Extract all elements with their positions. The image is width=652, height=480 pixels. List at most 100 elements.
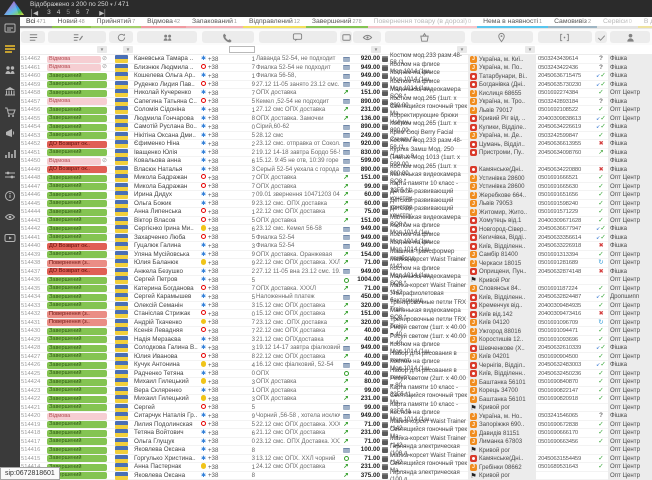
tracking-number[interactable]: 20450633226918 <box>536 242 594 251</box>
status-badge[interactable]: Завершений <box>47 455 107 462</box>
client-phone[interactable]: ✱+386 <box>200 157 256 165</box>
list-icon[interactable] <box>21 31 45 43</box>
video-icon[interactable] <box>0 227 20 248</box>
status-badge[interactable]: Завершений <box>47 370 107 377</box>
status-badge[interactable]: Завершений <box>47 226 107 233</box>
client-name[interactable]: Анжела Безушко <box>134 268 200 277</box>
order-row[interactable]: 514426 Завершений Кучук Антонина +384 16… <box>20 361 652 370</box>
tab-Прийнятий[interactable]: Прийнятий7 <box>91 17 141 28</box>
client-name[interactable]: Іващенко Юлія <box>134 149 200 158</box>
client-phone[interactable]: ✱+383 <box>200 166 256 174</box>
client-phone[interactable]: ✱+382 <box>200 268 256 276</box>
client-name[interactable]: Ситарчук Наталія Гр.. <box>134 412 200 421</box>
orders-icon[interactable] <box>0 38 20 59</box>
order-row[interactable]: 514458 Завершений Николай Кучеренко ✱+38… <box>20 89 652 98</box>
order-row[interactable]: 514444 Завершений Анна Липенська +381 22… <box>20 208 652 217</box>
client-name[interactable]: Гуцалюк Галина <box>134 242 200 251</box>
tracking-number[interactable]: 20400309484935 <box>536 302 594 311</box>
client-phone[interactable]: ✱+388 <box>200 115 256 123</box>
status-badge[interactable]: Завершений <box>47 217 107 224</box>
status-badge[interactable]: Завершений <box>47 81 107 88</box>
page-button[interactable]: 6 <box>76 9 80 16</box>
client-name[interactable]: Кучук Антонина <box>134 361 200 370</box>
client-name[interactable]: Юлия Иванова <box>134 353 200 362</box>
client-name[interactable]: Микола Бадражан <box>134 174 200 183</box>
client-phone[interactable]: ✱+389 <box>200 412 256 420</box>
client-phone[interactable]: ✱+385 <box>200 276 256 284</box>
tracking-number[interactable]: 20450636677947 <box>536 225 594 234</box>
client-name[interactable]: Вера Скляренко <box>134 387 200 396</box>
client-phone[interactable]: ✱+387 <box>200 191 256 199</box>
client-phone[interactable]: ✱+383 <box>200 455 256 463</box>
order-row[interactable]: 514448 Завершений Микола Бадражан +387 О… <box>20 174 652 183</box>
comment-icon[interactable] <box>259 31 336 43</box>
status-badge[interactable]: Завершений <box>47 200 107 207</box>
client-name[interactable]: Радченко Тетяна <box>134 370 200 379</box>
order-row[interactable]: 514414 Завершений Анна Пастернак +381 24… <box>20 463 652 472</box>
tracking-number[interactable]: 0501690822147 <box>536 387 594 396</box>
order-row[interactable]: 514428 Завершений Солодкова Галина В.. ✱… <box>20 344 652 353</box>
order-row[interactable]: 514418 Завершений Тетяна Войтович ✱+386 … <box>20 429 652 438</box>
client-name[interactable]: Сергей <box>134 404 200 413</box>
delivery-location[interactable]: Кривий Ріг від. .. <box>468 115 536 124</box>
tracking-number[interactable]: 0503241546065 <box>536 412 594 421</box>
client-phone[interactable]: +381 <box>200 208 256 216</box>
page-button[interactable]: 4 <box>57 9 61 16</box>
page-button[interactable]: 3 <box>47 9 51 16</box>
status-filter-dropdown[interactable]: ▼ <box>97 46 107 53</box>
tracking-number[interactable]: 0503243439614 <box>536 55 594 64</box>
basket-icon[interactable] <box>385 31 464 43</box>
delivery-location[interactable]: Хомутець від.1 <box>468 217 536 226</box>
order-row[interactable]: 514455 Завершений Людмила Гончарова ✱+38… <box>20 115 652 124</box>
client-name[interactable]: Сергей Петров <box>134 276 200 285</box>
delivery-location[interactable]: Кулики, Відділе.. <box>468 123 536 132</box>
delivery-location[interactable]: Татарбунари, Ві.. <box>468 72 536 81</box>
status-badge[interactable]: Повернення (з.. <box>47 311 107 318</box>
client-phone[interactable]: +387 <box>200 327 256 335</box>
status-badge[interactable]: Завершений <box>47 396 107 403</box>
tracking-number[interactable]: 0503242599847 <box>536 132 594 141</box>
delivery-location[interactable]: JЖитомир, Жито.. <box>468 208 536 217</box>
client-phone[interactable]: ✱+385 <box>200 293 256 301</box>
delivery-location[interactable]: JКислиця 68655 <box>468 89 536 98</box>
status-badge[interactable]: Завершений <box>47 277 107 284</box>
tracking-number[interactable]: 20450636715475 <box>536 72 594 81</box>
delivery-location[interactable]: JЛьвів 79017 <box>468 106 536 115</box>
delivery-location[interactable]: JУкраїна, м. Киї.. <box>468 55 536 64</box>
order-row[interactable]: 514440 ДО Возврат ок.. Гуцалюк Галина ✱+… <box>20 242 652 251</box>
delivery-location[interactable]: Київ, Відділенн.. <box>468 242 536 251</box>
client-name[interactable]: Микола Бадражан <box>134 183 200 192</box>
delivery-location[interactable]: JЖеребкове 664.. <box>468 191 536 200</box>
client-name[interactable]: Ирина Дидух <box>134 191 200 200</box>
tune-icon[interactable] <box>0 164 20 185</box>
order-row[interactable]: 514413 Завершений Яковлева Оксана ✱+388 … <box>20 472 652 480</box>
delivery-location[interactable]: JЧеркаси 18015 <box>468 259 536 268</box>
order-row[interactable]: 514450 Відмова ⊘ Ковальова анна ✱+386 15… <box>20 157 652 166</box>
order-row[interactable]: 514441 Завершений Захарченко Люба +385 Ф… <box>20 234 652 243</box>
client-name[interactable]: Тетяна Войтович <box>134 429 200 438</box>
stats-icon[interactable] <box>0 143 20 164</box>
price-eye-icon[interactable] <box>353 31 381 43</box>
client-phone[interactable]: ✱+388 <box>200 472 256 480</box>
status-badge[interactable]: Завершений <box>47 90 107 97</box>
payment-icon[interactable] <box>340 31 351 43</box>
tab-Новий[interactable]: Новий48 <box>52 17 91 28</box>
order-row[interactable]: 514447 Завершений Микола Бадражан +387 О… <box>20 183 652 192</box>
delivery-location[interactable]: JКиїв 04120 <box>468 319 536 328</box>
client-phone[interactable]: +389 <box>200 81 256 89</box>
order-row[interactable]: 514436 Завершений Сергей Петров ✱+385 10… <box>20 276 652 285</box>
order-row[interactable]: 514449 ДО Возврат ок.. Власюк Наталья ✱+… <box>20 166 652 175</box>
client-phone[interactable]: ✱+380 <box>200 438 256 446</box>
tracking-number[interactable]: 0501691096709 <box>536 319 594 328</box>
status-badge[interactable]: Завершений <box>47 353 107 360</box>
delivery-location[interactable]: JСловянськ 84.. <box>468 285 536 294</box>
client-name[interactable]: Власюк Наталья <box>134 166 200 175</box>
client-name[interactable]: Солодкова Галина В.. <box>134 344 200 353</box>
client-phone[interactable]: ✱+383 <box>200 336 256 344</box>
status-badge[interactable]: Завершений <box>47 251 107 258</box>
tracking-number[interactable]: 0501691187224 <box>536 285 594 294</box>
order-row[interactable]: 514430 Завершений Ксенія Левадняя +387 2… <box>20 327 652 336</box>
client-phone[interactable]: ✱+385 <box>200 132 256 140</box>
tab-Запакований[interactable]: Запакований1 <box>186 17 243 28</box>
tracking-number[interactable]: 20450633356614 <box>536 234 594 243</box>
